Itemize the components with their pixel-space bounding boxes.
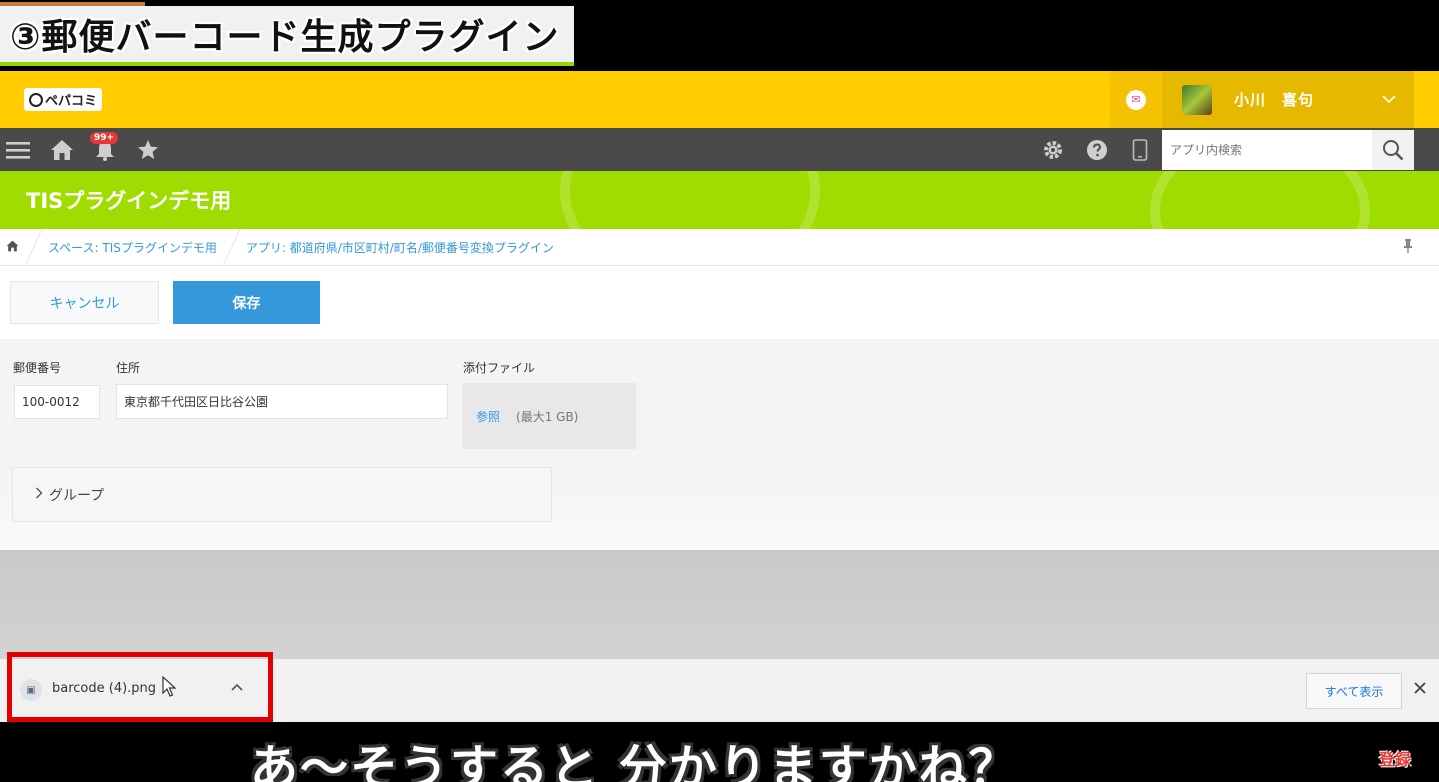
close-icon[interactable] [1414,679,1426,699]
app-banner: TISプラグインデモ用 [0,171,1439,229]
menu-icon[interactable] [4,128,32,171]
pin-icon[interactable] [1403,239,1413,257]
show-all-button[interactable]: すべて表示 [1306,673,1402,709]
mail-icon: ✉ [1126,89,1146,110]
search-button[interactable] [1372,130,1414,170]
address-input[interactable]: 東京都千代田区日比谷公園 [116,384,448,419]
chevron-up-icon[interactable] [231,679,243,695]
title-accent-line [0,2,145,6]
postal-code-label: 郵便番号 [13,361,62,375]
logo[interactable]: ペパコミ [24,88,102,111]
help-icon[interactable] [1084,128,1110,171]
attachment-field: 参照 (最大1 GB) [462,383,636,449]
user-name: 小川 喜句 [1234,91,1315,109]
gear-icon[interactable] [1040,128,1066,171]
postal-code-input[interactable]: 100-0012 [14,385,100,419]
search-icon [1383,140,1404,161]
image-file-icon: ▣ [20,679,42,701]
video-overlay-top: ③郵便バーコード生成プラグイン [0,0,1439,71]
notification-badge: 99+ [90,132,119,144]
address-label: 住所 [116,361,141,375]
banner-decoration [560,171,820,229]
app-title: TISプラグインデモ用 [26,189,232,213]
breadcrumb: スペース: TISプラグインデモ用 アプリ: 都道府県/市区町村/町名/郵便番号… [0,228,1439,266]
mobile-icon[interactable] [1128,128,1152,171]
download-file-name: barcode (4).png [52,681,157,696]
browse-link[interactable]: 参照 [476,408,500,425]
home-icon[interactable] [48,128,76,171]
record-form: 郵便番号 100-0012 住所 東京都千代田区日比谷公園 添付ファイル 参照 … [0,339,1439,550]
breadcrumb-app-link[interactable]: アプリ: 都道府県/市区町村/町名/郵便番号変換プラグイン [246,239,554,256]
app-header: ペパコミ ✉ 小川 喜句 [0,71,1439,128]
group-field[interactable]: グループ [12,467,552,522]
max-size-note: (最大1 GB) [516,409,579,424]
video-title-box: ③郵便バーコード生成プラグイン [0,2,574,66]
breadcrumb-home-icon[interactable] [6,240,19,255]
video-title: ③郵便バーコード生成プラグイン [10,17,560,58]
breadcrumb-space-link[interactable]: スペース: TISプラグインデモ用 [48,239,217,256]
logo-text: ペパコミ [44,94,97,109]
banner-decoration [1150,171,1370,229]
subtitle-bar: あ〜そうすると 分かりますかね？ [0,722,1439,782]
page-background [0,550,1439,658]
save-button[interactable]: 保存 [173,281,320,324]
avatar [1182,84,1212,115]
subscribe-label[interactable]: 登録 [1379,746,1411,770]
chevron-right-icon [35,487,43,503]
record-action-bar: キャンセル 保存 [0,266,1439,339]
download-item[interactable]: ▣ barcode (4).png [7,652,273,722]
video-subtitle: あ〜そうすると 分かりますかね？ [250,740,1019,782]
breadcrumb-separator [24,228,43,266]
mail-notification[interactable]: ✉ [1110,71,1162,128]
group-label: グループ [49,487,105,504]
mouse-cursor-icon [162,675,178,702]
cancel-button[interactable]: キャンセル [10,281,159,324]
star-icon[interactable] [135,128,161,171]
chevron-down-icon [1382,89,1396,108]
search-input[interactable] [1162,130,1372,170]
logo-face-icon [28,92,43,107]
attachment-label: 添付ファイル [463,361,536,375]
breadcrumb-separator [222,228,241,266]
download-shelf: ▣ barcode (4).png すべて表示 [0,652,1439,722]
user-menu[interactable]: 小川 喜句 [1162,71,1414,128]
